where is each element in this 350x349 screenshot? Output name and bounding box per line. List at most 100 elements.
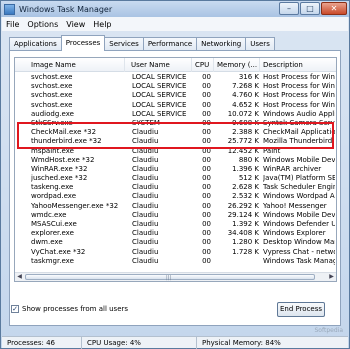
menu-help[interactable]: Help [89, 20, 115, 29]
tab-strip: Applications Processes Services Performa… [9, 35, 275, 51]
process-memory: 1.280 K [232, 238, 259, 247]
table-row[interactable]: svchost.exe LOCAL SERVICE 00 4.760 K Host Pr… [15, 91, 336, 100]
table-row[interactable]: VyChat.exe *32 Claudiu 00 1.728 K Vypress Ch… [15, 248, 336, 257]
process-user: LOCAL SERVICE [132, 109, 187, 118]
task-manager-icon [4, 3, 15, 15]
process-description: Yahoo! Messenger [263, 201, 327, 210]
table-row[interactable]: wmdc.exe Claudiu 00 29.124 K Windows Mobile … [15, 211, 336, 220]
scroll-left-arrow-icon[interactable]: ◀ [15, 273, 24, 281]
maximize-button[interactable]: □ [300, 2, 320, 15]
tab-users[interactable]: Users [245, 37, 275, 51]
processes-panel: Image Name User Name CPU Memory (... Des… [9, 50, 341, 326]
status-bar: Processes: 46 CPU Usage: 4% Physical Mem… [2, 336, 348, 349]
process-user: Claudiu [132, 256, 159, 265]
table-row[interactable]: YahooMessenger.exe *32 Claudiu 00 26.292 K Y… [15, 202, 336, 211]
process-memory: 1.392 K [232, 220, 259, 228]
tab-processes[interactable]: Processes [60, 35, 106, 51]
process-user: Claudiu [132, 220, 159, 228]
column-image-name[interactable]: Image Name [15, 58, 125, 72]
table-row[interactable]: taskmgr.exe Claudiu 00 Windows Task Manager [15, 257, 336, 266]
scroll-right-arrow-icon[interactable]: ▶ [327, 273, 336, 281]
process-memory: 512 K [238, 174, 259, 183]
process-memory: 34.408 K [227, 229, 259, 238]
process-user: LOCAL SERVICE [132, 73, 187, 81]
status-processes: Processes: 46 [2, 336, 82, 349]
status-cpu: CPU Usage: 4% [82, 336, 197, 349]
table-row[interactable]: svchost.exe LOCAL SERVICE 00 316 K Host Proc… [15, 73, 336, 82]
close-button[interactable]: ✕ [321, 2, 347, 15]
process-user: LOCAL SERVICE [132, 82, 187, 91]
table-row[interactable]: MSASCui.exe Claudiu 00 1.392 K Windows Defen… [15, 220, 336, 229]
column-memory[interactable]: Memory (... [214, 58, 260, 72]
process-user: LOCAL SERVICE [132, 91, 187, 100]
menu-options[interactable]: Options [23, 20, 62, 29]
process-cpu: 00 [202, 256, 211, 265]
column-user-name[interactable]: User Name [125, 58, 192, 72]
process-cpu: 00 [202, 183, 211, 192]
process-cpu: 00 [202, 155, 211, 164]
title-bar[interactable]: Windows Task Manager – □ ✕ [1, 1, 349, 17]
show-all-checkbox[interactable]: ✓ [11, 305, 19, 313]
process-description: WinRAR archiver [263, 164, 322, 173]
table-row[interactable]: audiodg.exe LOCAL SERVICE 00 10.072 K Window… [15, 110, 336, 119]
table-row[interactable]: svchost.exe LOCAL SERVICE 00 4.652 K Host Pr… [15, 101, 336, 110]
table-row[interactable]: taskeng.exe Claudiu 00 2.628 K Task Schedule… [15, 183, 336, 192]
process-list[interactable]: Image Name User Name CPU Memory (... Des… [14, 57, 337, 282]
column-cpu[interactable]: CPU [192, 58, 214, 72]
process-user: Claudiu [132, 164, 159, 173]
process-cpu: 00 [202, 247, 211, 256]
menu-file[interactable]: File [2, 20, 23, 29]
process-description: Java(TM) Platform SE bi [263, 174, 335, 183]
process-user: Claudiu [132, 247, 159, 256]
process-description: Task Scheduler Engine [263, 183, 335, 192]
process-user: Claudiu [132, 201, 159, 210]
process-description: Host Process for Window [263, 82, 335, 91]
process-user: Claudiu [132, 192, 159, 201]
process-name: WinRAR.exe *32 [31, 164, 88, 173]
column-header-row: Image Name User Name CPU Memory (... Des… [15, 58, 336, 72]
end-process-button[interactable]: End Process [277, 302, 325, 317]
scrollbar-thumb[interactable]: ||| [25, 274, 315, 281]
grip-icon: ||| [166, 275, 172, 281]
process-cpu: 00 [202, 229, 211, 238]
tab-applications[interactable]: Applications [9, 37, 62, 51]
process-description: Host Process for Window [263, 73, 335, 81]
horizontal-scrollbar[interactable]: ◀ ||| ▶ [15, 272, 336, 281]
column-description[interactable]: Description [260, 58, 336, 72]
table-row[interactable]: WinRAR.exe *32 Claudiu 00 1.396 K WinRAR arc… [15, 165, 336, 174]
table-row[interactable]: jusched.exe *32 Claudiu 00 512 K Java(TM) Pl… [15, 174, 336, 183]
menu-view[interactable]: View [62, 20, 89, 29]
show-all-label: Show processes from all users [22, 305, 129, 313]
show-all-users-option[interactable]: ✓ Show processes from all users [11, 305, 128, 313]
process-memory: 10.072 K [227, 109, 259, 118]
tab-performance[interactable]: Performance [142, 37, 198, 51]
process-description: Windows Explorer [263, 229, 326, 238]
process-description: Vypress Chat - network [263, 247, 335, 256]
process-cpu: 00 [202, 164, 211, 173]
process-name: dwm.exe [31, 238, 63, 247]
table-row[interactable]: dwm.exe Claudiu 00 1.280 K Desktop Window Ma… [15, 238, 336, 247]
process-cpu: 00 [202, 220, 211, 228]
process-memory: 4.760 K [232, 91, 259, 100]
tab-services[interactable]: Services [104, 37, 144, 51]
tab-networking[interactable]: Networking [196, 37, 247, 51]
process-description: Windows Mobile Device C [263, 210, 335, 219]
process-memory: 316 K [238, 73, 259, 81]
process-user: Claudiu [132, 183, 159, 192]
process-user: Claudiu [132, 210, 159, 219]
table-row[interactable]: explorer.exe Claudiu 00 34.408 K Windows Exp… [15, 229, 336, 238]
minimize-button[interactable]: – [279, 2, 299, 15]
process-memory: 26.292 K [227, 201, 259, 210]
process-description: Windows Mobile Device C [263, 155, 335, 164]
table-row[interactable]: WmdHost.exe *32 Claudiu 00 880 K Windows Mob… [15, 156, 336, 165]
process-cpu: 00 [202, 91, 211, 100]
process-memory [215, 257, 259, 266]
table-row[interactable]: svchost.exe LOCAL SERVICE 00 7.268 K Host Pr… [15, 82, 336, 91]
process-memory: 1.396 K [232, 164, 259, 173]
process-cpu: 00 [202, 210, 211, 219]
table-row[interactable]: wordpad.exe Claudiu 00 2.532 K Windows Wordp… [15, 192, 336, 201]
menu-bar: File Options View Help [2, 17, 348, 31]
process-name: taskeng.exe [31, 183, 74, 192]
process-description: Host Process for Window [263, 91, 335, 100]
process-description: Windows Defender User [263, 220, 335, 228]
